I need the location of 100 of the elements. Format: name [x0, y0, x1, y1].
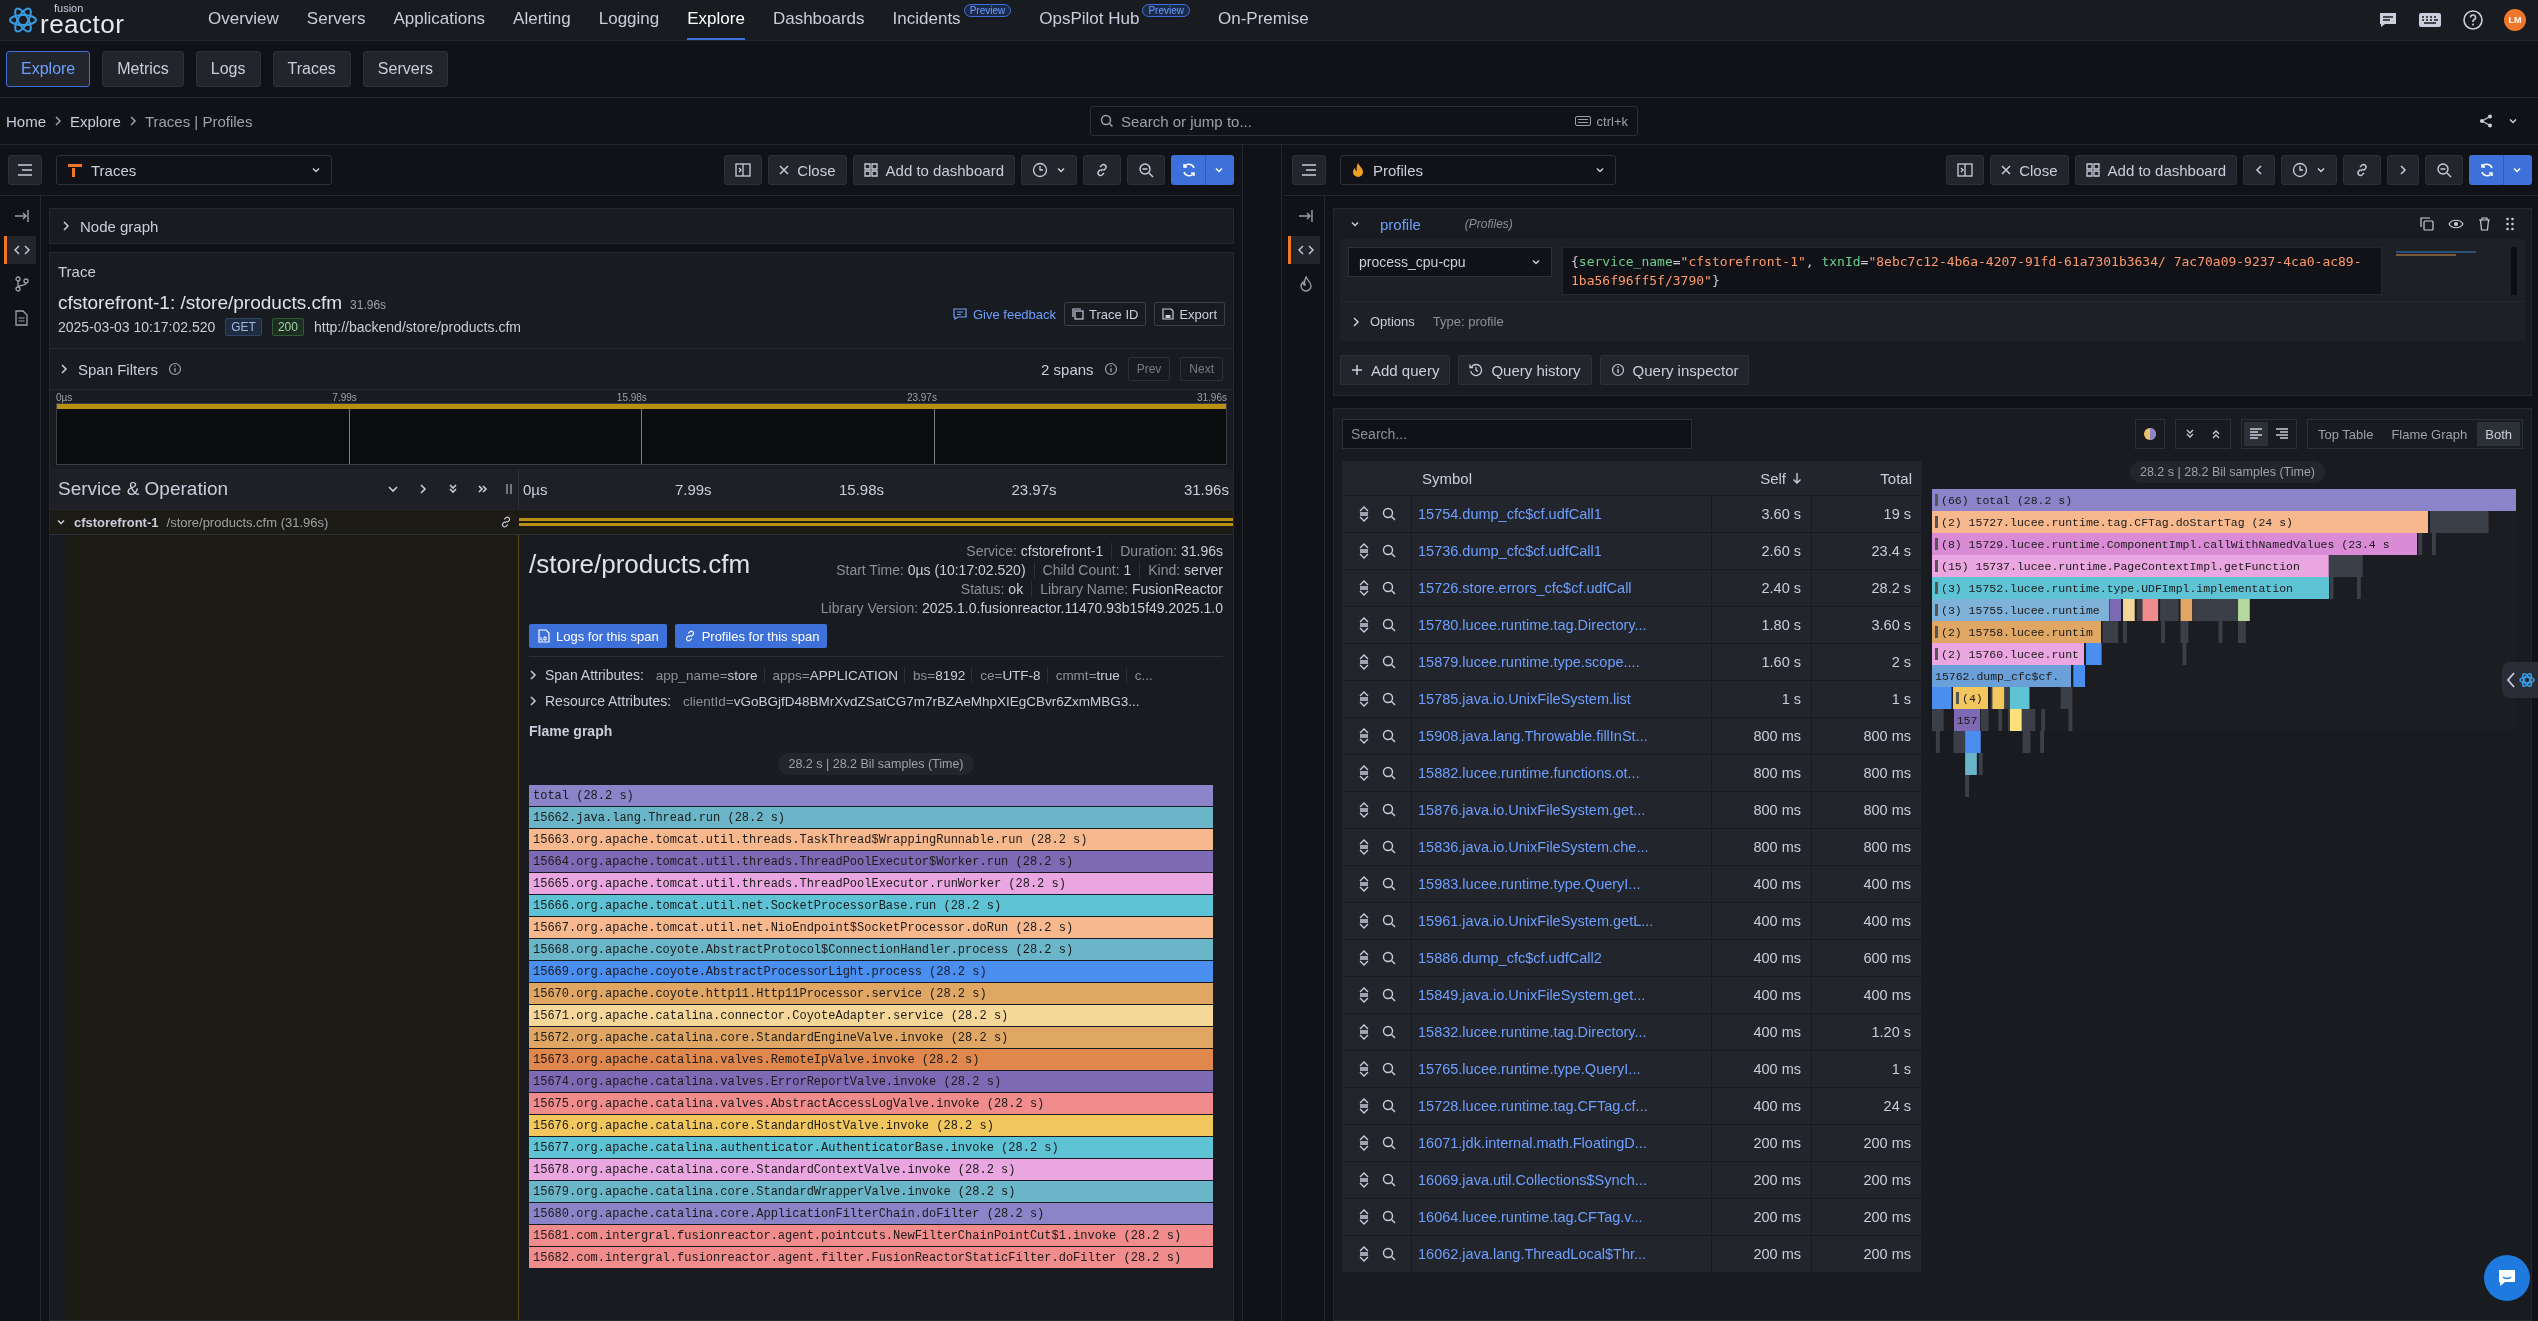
search-icon[interactable]	[1381, 655, 1396, 669]
symbol-link[interactable]: 16064.lucee.runtime.tag.CFTag.v...	[1412, 1199, 1712, 1235]
flame-graph-bar[interactable]: 15675.org.apache.catalina.valves.AbstractAccessLogValve.invoke (28.2 s)	[529, 1093, 1213, 1114]
flame-graph-bar[interactable]: total (28.2 s)	[529, 785, 1213, 806]
nav-link[interactable]: Overview	[208, 0, 279, 40]
search-field[interactable]: Search...	[1342, 419, 1692, 449]
time-picker-button[interactable]	[1021, 155, 1077, 185]
nav-link[interactable]: On-Premise	[1217, 0, 1309, 40]
symbol-link[interactable]: 15780.lucee.runtime.tag.Directory...	[1412, 607, 1712, 643]
close-button[interactable]: Close	[1990, 155, 2069, 185]
prev-button[interactable]: Prev	[1127, 357, 1171, 381]
symbol-link[interactable]: 15836.java.io.UnixFileSystem.che...	[1412, 829, 1712, 865]
flame-graph-bar[interactable]: 157	[1953, 709, 1981, 731]
profiles-for-span-button[interactable]: Profiles for this span	[674, 624, 828, 648]
section-tab[interactable]: Traces	[272, 51, 351, 87]
symbol-link[interactable]: 15785.java.io.UnixFileSystem.list	[1412, 681, 1712, 717]
refresh-button[interactable]	[2469, 155, 2532, 185]
split-button[interactable]	[1946, 155, 1985, 185]
sandwich-view-icon[interactable]	[1357, 950, 1370, 966]
flame-graph-bar[interactable]: 15678.org.apache.catalina.core.StandardContextValve.invoke (28.2 s)	[529, 1159, 1213, 1180]
sandwich-view-icon[interactable]	[1357, 691, 1370, 707]
sandwich-view-icon[interactable]	[1357, 1061, 1370, 1077]
link-button[interactable]	[1083, 155, 1121, 185]
search-icon[interactable]	[1381, 1025, 1396, 1039]
sandwich-view-icon[interactable]	[1357, 654, 1370, 670]
sandwich-view-icon[interactable]	[1357, 1209, 1370, 1225]
flame-graph-bar[interactable]: 15669.org.apache.coyote.AbstractProcessorLight.process (28.2 s)	[529, 961, 1213, 982]
search-icon[interactable]	[1381, 877, 1396, 891]
symbol-link[interactable]: 15882.lucee.runtime.functions.ot...	[1412, 755, 1712, 791]
double-chevron-down-icon[interactable]	[446, 482, 460, 496]
search-icon[interactable]	[1381, 803, 1396, 817]
flame-graph-bar[interactable]: 15674.org.apache.catalina.valves.ErrorReportValve.invoke (28.2 s)	[529, 1071, 1213, 1092]
search-icon[interactable]	[1381, 988, 1396, 1002]
menu-button[interactable]	[1292, 155, 1326, 185]
view-mode-tab[interactable]: Both	[2477, 422, 2520, 446]
flame-graph-bar[interactable]: (15) 15737.lucee.runtime.PageContextImpl.getFunction	[1932, 555, 2330, 577]
query-inspector-button[interactable]: Query inspector	[1599, 355, 1750, 385]
breadcrumb-link[interactable]: Traces | Profiles	[144, 112, 253, 130]
trace-minimap[interactable]	[56, 403, 1227, 465]
sandwich-view-icon[interactable]	[1357, 728, 1370, 744]
chevron-down-icon[interactable]	[56, 517, 66, 527]
keyboard-icon[interactable]	[2418, 10, 2442, 30]
symbol-link[interactable]: 15832.lucee.runtime.tag.Directory...	[1412, 1014, 1712, 1050]
datasource-select[interactable]: Traces	[56, 155, 332, 185]
previous-range-button[interactable]	[2243, 155, 2275, 185]
symbol-link[interactable]: 15983.lucee.runtime.type.QueryI...	[1412, 866, 1712, 902]
color-scheme-button[interactable]	[2134, 419, 2165, 449]
span-row[interactable]: cfstorefront-1 /store/products.cfm (31.96s)	[50, 510, 1233, 535]
nav-link[interactable]: Logging	[598, 0, 660, 40]
flame-graph-bar[interactable]: 15670.org.apache.coyote.http11.Http11Processor.service (28.2 s)	[529, 983, 1213, 1004]
flame-graph-bar[interactable]: 15681.com.intergral.fusionreactor.agent.pointcuts.NewFilterChainPointCut$1.invoke (28.2 s)	[529, 1225, 1213, 1246]
atom-logo-icon[interactable]	[8, 5, 38, 35]
symbol-link[interactable]: 16062.java.lang.ThreadLocal$Thr...	[1412, 1236, 1712, 1272]
symbol-link[interactable]: 15961.java.io.UnixFileSystem.getL...	[1412, 903, 1712, 939]
search-icon[interactable]	[1381, 1062, 1396, 1076]
side-panel-toggle[interactable]	[2502, 662, 2538, 698]
symbol-link[interactable]: 15876.java.io.UnixFileSystem.get...	[1412, 792, 1712, 828]
sandwich-view-icon[interactable]	[1357, 839, 1370, 855]
nav-link[interactable]: Explore	[687, 0, 745, 40]
symbol-link[interactable]: 15886.dump_cfc$cf.udfCall2	[1412, 940, 1712, 976]
symbol-link[interactable]: 15754.dump_cfc$cf.udfCall1	[1412, 496, 1712, 532]
breadcrumb-link[interactable]: Home	[6, 112, 46, 130]
nav-link[interactable]: OpsPilot Hub Preview	[1039, 0, 1190, 40]
flame-graph-bar[interactable]: (2) 15760.lucee.runt	[1932, 643, 2086, 665]
sandwich-view-icon[interactable]	[1357, 913, 1370, 929]
flame-graph-bar[interactable]: (2) 15727.lucee.runtime.tag.CFTag.doStartTag (24 s)	[1932, 511, 2430, 533]
symbol-link[interactable]: 15908.java.lang.Throwable.fillInSt...	[1412, 718, 1712, 754]
symbol-link[interactable]: 15879.lucee.runtime.type.scope....	[1412, 644, 1712, 680]
flame-graph-bar[interactable]: 15662.java.lang.Thread.run (28.2 s)	[529, 807, 1213, 828]
next-button[interactable]: Next	[1180, 357, 1223, 381]
nav-link[interactable]: Incidents Preview	[892, 0, 1012, 40]
symbol-link[interactable]: 15728.lucee.runtime.tag.CFTag.cf...	[1412, 1088, 1712, 1124]
search-icon[interactable]	[1381, 951, 1396, 965]
sandwich-view-icon[interactable]	[1357, 506, 1370, 522]
nav-link[interactable]: Applications	[393, 0, 486, 40]
split-button[interactable]	[724, 155, 763, 185]
flame-graph-bar[interactable]: 15682.com.intergral.fusionreactor.agent.filter.FusionReactorStaticFilter.doFilter (28.2 s)	[529, 1247, 1213, 1268]
sandwich-view-icon[interactable]	[1357, 765, 1370, 781]
query-name[interactable]: profile	[1380, 215, 1421, 233]
search-icon[interactable]	[1381, 618, 1396, 632]
sandwich-view-icon[interactable]	[1357, 1135, 1370, 1151]
sandwich-view-icon[interactable]	[1357, 1024, 1370, 1040]
profile-type-select[interactable]: process_cpu-cpu	[1348, 247, 1552, 277]
span-bar[interactable]	[519, 518, 1233, 526]
eye-icon[interactable]	[2448, 218, 2464, 230]
query-history-button[interactable]: Query history	[1458, 355, 1592, 385]
sandwich-view-icon[interactable]	[1357, 1172, 1370, 1188]
flame-graph-bar[interactable]: 15671.org.apache.catalina.connector.CoyoteAdapter.service (28.2 s)	[529, 1005, 1213, 1026]
search-icon[interactable]	[1381, 729, 1396, 743]
flame-graph-bar[interactable]: 15665.org.apache.tomcat.util.threads.ThreadPoolExecutor.runWorker (28.2 s)	[529, 873, 1213, 894]
sandwich-view-icon[interactable]	[1357, 876, 1370, 892]
logs-for-span-button[interactable]: Logs for this span	[529, 624, 667, 648]
export-button[interactable]: Export	[1154, 302, 1225, 326]
search-icon[interactable]	[1381, 1136, 1396, 1150]
section-tab[interactable]: Explore	[6, 51, 91, 87]
share-icon[interactable]	[2478, 113, 2494, 129]
nav-link[interactable]: Alerting	[513, 0, 571, 40]
symbol-link[interactable]: 16069.java.util.Collections$Synch...	[1412, 1162, 1712, 1198]
flame-graph-bar[interactable]: 15667.org.apache.tomcat.util.net.NioEndpoint$SocketProcessor.doRun (28.2 s)	[529, 917, 1213, 938]
section-tab[interactable]: Servers	[362, 51, 448, 87]
